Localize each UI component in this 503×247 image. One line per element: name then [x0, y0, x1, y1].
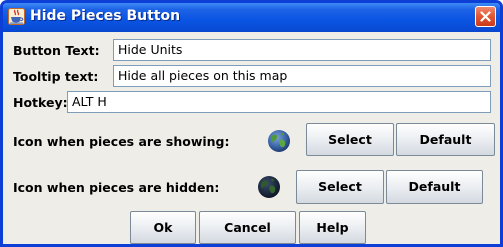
title-bar[interactable]: Hide Pieces Button [3, 3, 500, 32]
window-title: Hide Pieces Button [30, 8, 181, 24]
hidden-select-button[interactable]: Select [296, 170, 384, 204]
close-button[interactable] [475, 6, 496, 27]
showing-icon-label: Icon when pieces are showing: [13, 134, 230, 149]
hotkey-label: Hotkey: [13, 95, 68, 110]
showing-default-button[interactable]: Default [396, 123, 495, 156]
dialog-window: Hide Pieces Button Button Text: Hide Uni… [0, 0, 503, 247]
tooltip-text-label: Tooltip text: [13, 69, 99, 84]
hidden-default-button[interactable]: Default [386, 170, 483, 204]
cancel-button[interactable]: Cancel [199, 211, 296, 244]
help-button[interactable]: Help [299, 211, 366, 244]
hotkey-input[interactable]: ALT H [67, 91, 491, 113]
showing-select-button[interactable]: Select [306, 123, 394, 156]
close-icon [480, 11, 491, 22]
tooltip-text-input[interactable]: Hide all pieces on this map [113, 65, 491, 87]
java-cup-icon [8, 8, 25, 25]
button-text-label: Button Text: [13, 43, 100, 58]
dark-globe-icon [258, 176, 280, 198]
ok-button[interactable]: Ok [130, 211, 196, 244]
button-text-input[interactable]: Hide Units [113, 39, 491, 61]
hidden-icon-label: Icon when pieces are hidden: [13, 180, 220, 195]
globe-icon [268, 130, 290, 152]
